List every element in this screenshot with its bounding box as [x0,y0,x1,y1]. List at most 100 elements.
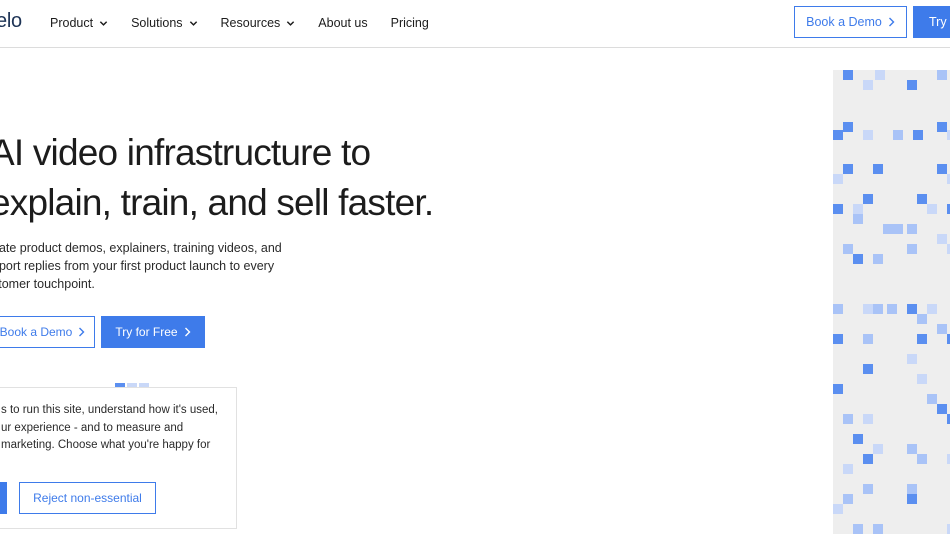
pixel-tile [927,204,937,214]
button-label: Book a Demo [0,325,73,339]
cookie-line2: ur experience - and to measure and [1,421,184,434]
pixel-tile [893,224,903,234]
cookie-banner: s to run this site, understand how it's … [0,387,237,529]
cookie-reject-button[interactable]: Reject non-essential [19,482,156,514]
pixel-tile [873,444,883,454]
pixel-tile [833,174,843,184]
pixel-tile [907,484,917,494]
pixel-tile [863,80,873,90]
pixel-tile [893,130,903,140]
pixel-art-graphic [833,70,950,534]
pixel-tile [917,334,927,344]
pixel-tile [937,164,947,174]
pixel-tile [873,254,883,264]
button-label: Reject non-essential [33,491,142,505]
nav-item-resources[interactable]: Resources [221,16,296,30]
nav-item-product[interactable]: Product [50,16,108,30]
pixel-tile [833,304,843,314]
pixel-tile [853,524,863,534]
nav-label: Pricing [390,16,429,30]
pixel-tile [863,304,873,314]
pixel-tile [883,224,893,234]
pixel-tile [907,304,917,314]
pixel-tile [863,334,873,344]
chevron-right-icon [184,327,191,337]
nav-label: Product [50,16,94,30]
pixel-tile [907,354,917,364]
hero-subtitle-line3: stomer touchpoint. [0,277,95,291]
pixel-tile [873,304,883,314]
pixel-tile [863,484,873,494]
header-try-button[interactable]: Try f [913,6,950,38]
hero-title-line2: explain, train, and sell faster. [0,182,434,223]
pixel-tile [843,244,853,254]
pixel-tile [833,130,843,140]
nav-label: Resources [220,16,281,30]
nav-item-pricing[interactable]: Pricing [391,16,429,30]
pixel-tile [843,414,853,424]
button-label: Book a Demo [806,15,882,29]
chevron-right-icon [78,327,85,337]
hero-subtitle: eate product demos, explainers, training… [0,239,312,293]
nav-label: About us [318,16,368,30]
hero-book-demo-button[interactable]: Book a Demo [0,316,95,348]
pixel-tile [937,70,947,80]
pixel-tile [853,204,863,214]
pixel-tile [873,524,883,534]
button-label: Try f [929,15,950,29]
pixel-tile [863,130,873,140]
pixel-tile [887,304,897,314]
header-book-demo-button[interactable]: Book a Demo [794,6,907,38]
nav-item-solutions[interactable]: Solutions [131,16,197,30]
pixel-tile [907,224,917,234]
cookie-message: s to run this site, understand how it's … [1,402,226,455]
hero-subtitle-line2: pport replies from your first product la… [0,259,275,273]
chevron-right-icon [888,17,895,27]
nav-label: Solutions [131,16,183,30]
cookie-line3: marketing. Choose what you're happy for [1,439,211,451]
pixel-tile [863,454,873,464]
button-label: Try for Free [115,325,178,339]
hero-title: AI video infrastructure to explain, trai… [0,128,434,228]
pixel-tile [937,122,947,132]
chevron-down-icon [99,19,108,28]
pixel-tile [927,394,937,404]
pixel-tile [843,70,853,80]
pixel-tile [927,304,937,314]
pixel-tile [917,314,927,324]
site-header: elo Product Solutions Resources About us… [0,0,950,48]
pixel-tile [907,494,917,504]
pixel-tile [853,214,863,224]
pixel-tile [843,494,853,504]
pixel-tile [843,122,853,132]
cookie-line1: s to run this site, understand how it's … [1,404,218,416]
pixel-tile [917,454,927,464]
pixel-tile [913,130,923,140]
pixel-tile [863,364,873,374]
pixel-tile [843,464,853,474]
pixel-tile [853,434,863,444]
chevron-down-icon [189,19,198,28]
pixel-tile [833,334,843,344]
pixel-tile [907,80,917,90]
pixel-tile [937,234,947,244]
brand-logo[interactable]: elo [0,10,22,33]
chevron-down-icon [286,19,295,28]
pixel-tile [853,254,863,264]
nav-item-about-us[interactable]: About us [318,16,367,30]
hero-title-line1: AI video infrastructure to [0,132,371,173]
pixel-tile [863,414,873,424]
pixel-tile [833,204,843,214]
pixel-tile [875,70,885,80]
pixel-tile [907,244,917,254]
pixel-tile [917,374,927,384]
pixel-tile [833,504,843,514]
pixel-tile [937,324,947,334]
hero-try-free-button[interactable]: Try for Free [101,316,205,348]
pixel-tile [833,384,843,394]
pixel-tile [937,404,947,414]
pixel-tile [843,164,853,174]
cookie-accept-button[interactable] [0,482,7,514]
pixel-tile [873,164,883,174]
pixel-tile [907,444,917,454]
